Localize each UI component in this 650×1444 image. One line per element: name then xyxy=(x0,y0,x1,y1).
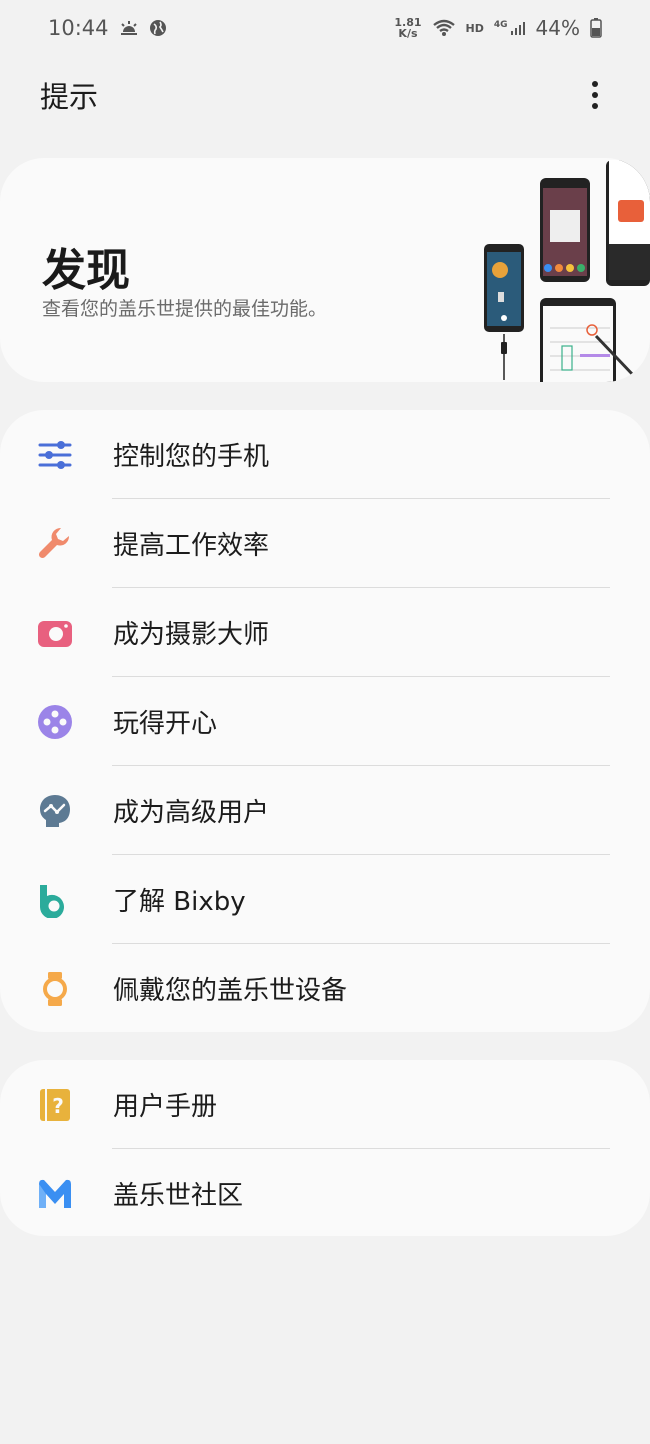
status-time: 10:44 xyxy=(48,16,109,40)
list-item-community[interactable]: 盖乐世社区 xyxy=(0,1149,650,1238)
manual-icon: ? xyxy=(36,1086,74,1124)
community-icon xyxy=(36,1175,74,1213)
more-dot xyxy=(592,81,598,87)
list-item-label: 成为摄影大师 xyxy=(113,620,270,650)
discover-title: 发现 xyxy=(42,245,130,296)
battery-icon xyxy=(590,18,602,38)
list-item-label: 盖乐世社区 xyxy=(113,1181,244,1211)
speed-unit: K/s xyxy=(398,27,418,40)
list-item-label: 提高工作效率 xyxy=(113,531,270,561)
status-bar: 10:44 1.81 K/s HD 4G 44% xyxy=(0,0,650,56)
signal-icon: 4G xyxy=(494,20,526,36)
weather-icon xyxy=(120,21,137,35)
sliders-icon xyxy=(36,436,74,474)
list-item-label: 了解 Bixby xyxy=(113,887,246,917)
list-item-photography[interactable]: 成为摄影大师 xyxy=(0,588,650,677)
more-dot xyxy=(592,92,598,98)
page-title: 提示 xyxy=(40,80,99,114)
svg-text:?: ? xyxy=(52,1094,64,1118)
wifi-icon xyxy=(432,19,455,36)
list-item-label: 佩戴您的盖乐世设备 xyxy=(113,976,348,1006)
wrench-icon xyxy=(36,525,74,563)
bixby-icon xyxy=(36,881,74,919)
list-item-user-manual[interactable]: ? 用户手册 xyxy=(0,1060,650,1149)
brain-icon xyxy=(36,792,74,830)
network-speed: 1.81 K/s xyxy=(394,17,421,39)
help-list-card: ? 用户手册 盖乐世社区 xyxy=(0,1060,650,1236)
camera-icon xyxy=(36,614,74,652)
battery-percent: 44% xyxy=(535,16,580,40)
list-item-power-user[interactable]: 成为高级用户 xyxy=(0,766,650,855)
status-left: 10:44 xyxy=(48,16,167,40)
tips-list-card: 控制您的手机 提高工作效率 成为摄影大师 玩得开心 成为高级用户 了解 Bixb… xyxy=(0,410,650,1032)
list-item-control-phone[interactable]: 控制您的手机 xyxy=(0,410,650,499)
hd-badge: HD xyxy=(465,21,484,35)
status-right: 1.81 K/s HD 4G 44% xyxy=(394,16,602,40)
list-item-productivity[interactable]: 提高工作效率 xyxy=(0,499,650,588)
more-dot xyxy=(592,103,598,109)
list-item-label: 成为高级用户 xyxy=(113,798,270,828)
discover-subtitle: 查看您的盖乐世提供的最佳功能。 xyxy=(42,298,328,320)
list-item-label: 用户手册 xyxy=(113,1092,218,1122)
list-item-label: 控制您的手机 xyxy=(113,442,270,472)
list-item-have-fun[interactable]: 玩得开心 xyxy=(0,677,650,766)
list-item-bixby[interactable]: 了解 Bixby xyxy=(0,855,650,944)
devices-illustration xyxy=(484,160,650,382)
discover-card[interactable]: 发现 查看您的盖乐世提供的最佳功能。 xyxy=(0,158,650,382)
game-icon xyxy=(36,703,74,741)
network-type: 4G xyxy=(493,20,508,30)
more-options-button[interactable] xyxy=(580,75,610,115)
list-item-wearables[interactable]: 佩戴您的盖乐世设备 xyxy=(0,944,650,1033)
watch-icon xyxy=(36,970,74,1008)
list-item-label: 玩得开心 xyxy=(113,709,218,739)
globe-icon xyxy=(149,20,166,36)
app-bar: 提示 xyxy=(0,60,650,130)
